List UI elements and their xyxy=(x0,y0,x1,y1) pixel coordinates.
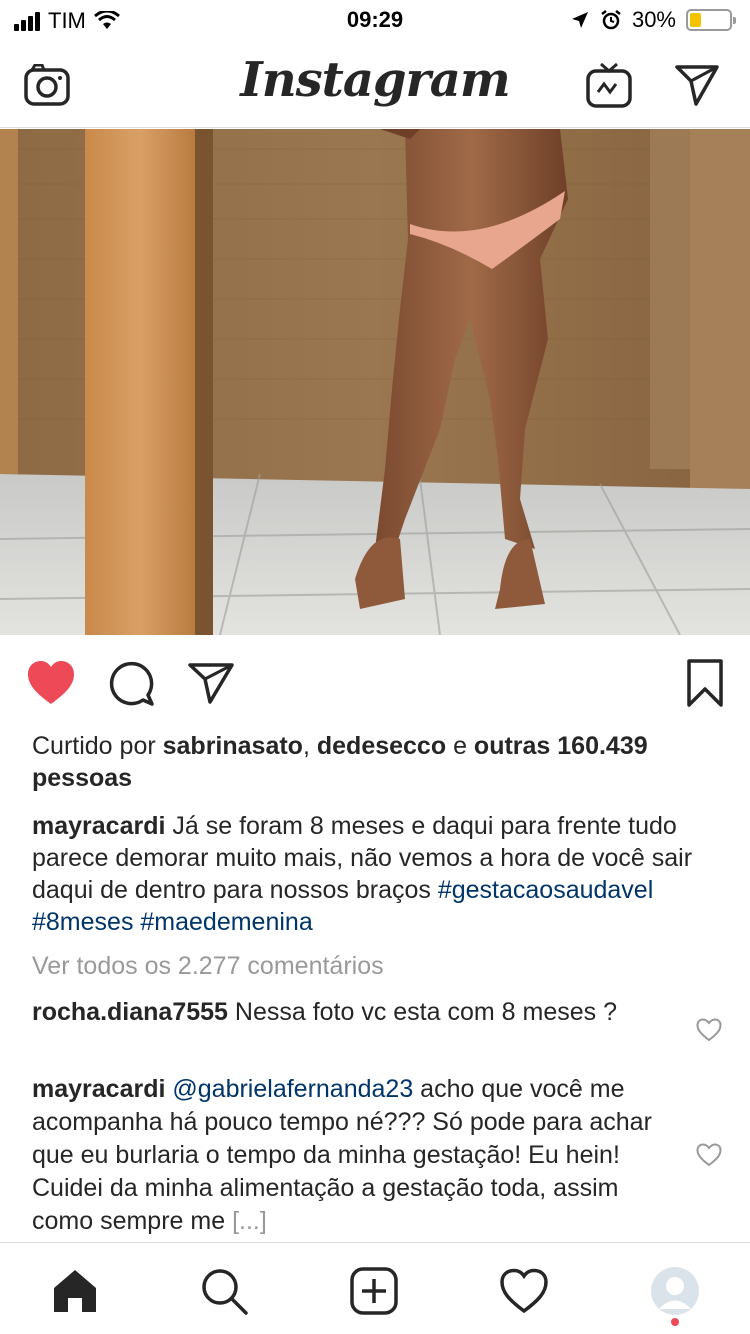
comment-like-button[interactable] xyxy=(694,1140,724,1170)
tab-home[interactable] xyxy=(45,1261,105,1321)
home-icon xyxy=(54,1270,96,1312)
share-button[interactable] xyxy=(184,656,238,710)
tab-profile[interactable] xyxy=(645,1261,705,1321)
status-right: 30% xyxy=(570,7,736,33)
post-photo[interactable] xyxy=(0,129,750,635)
comment-button[interactable] xyxy=(104,656,158,710)
igtv-button[interactable] xyxy=(584,60,634,110)
comment-username[interactable]: mayracardi xyxy=(32,1075,165,1103)
battery-icon xyxy=(686,9,736,31)
direct-send-icon xyxy=(675,65,719,106)
bookmark-icon xyxy=(687,659,723,707)
search-icon xyxy=(202,1269,248,1315)
comment-item: mayracardi @gabrielafernanda23 acho que … xyxy=(32,1073,682,1238)
profile-avatar xyxy=(651,1267,699,1315)
igtv-icon xyxy=(586,62,632,108)
view-all-comments-link[interactable]: Ver todos os 2.277 comentários xyxy=(32,950,722,982)
liker-user-link[interactable]: dedesecco xyxy=(317,732,446,760)
direct-button[interactable] xyxy=(672,60,722,110)
likes-summary: Curtido por sabrinasato, dedesecco e out… xyxy=(32,730,722,794)
heart-outline-icon xyxy=(696,1018,722,1042)
bottom-tab-bar xyxy=(0,1242,750,1334)
top-navigation: Instagram xyxy=(0,40,750,128)
caption-username[interactable]: mayracardi xyxy=(32,812,165,840)
direct-share-icon xyxy=(188,663,234,704)
comment-item: rocha.diana7555 Nessa foto vc esta com 8… xyxy=(32,996,682,1029)
heart-outline-icon xyxy=(696,1143,722,1167)
heart-filled-icon xyxy=(28,661,74,704)
tab-search[interactable] xyxy=(194,1261,254,1321)
comment-icon xyxy=(109,661,154,706)
status-bar: TIM 09:29 30% xyxy=(0,0,750,40)
tab-new-post[interactable] xyxy=(344,1261,404,1321)
comment-text: Nessa foto vc esta com 8 meses ? xyxy=(227,998,617,1026)
post-caption: mayracardi Já se foram 8 meses e daqui p… xyxy=(32,810,722,938)
add-post-icon xyxy=(350,1267,398,1315)
like-button[interactable] xyxy=(24,656,78,710)
save-button[interactable] xyxy=(678,656,732,710)
liker-user-link[interactable]: sabrinasato xyxy=(163,732,303,760)
instagram-logo: Instagram xyxy=(240,52,510,108)
comment-more-link[interactable]: [...] xyxy=(232,1207,267,1235)
location-arrow-icon xyxy=(571,12,588,28)
notification-dot xyxy=(671,1318,679,1326)
likes-separator: , xyxy=(302,732,317,760)
post-image xyxy=(0,129,750,635)
battery-percent: 30% xyxy=(631,7,676,32)
post-actions xyxy=(0,650,750,714)
likes-prefix: Curtido por xyxy=(32,732,163,760)
comment-mention[interactable]: @gabrielafernanda23 xyxy=(172,1075,413,1103)
comment-like-button[interactable] xyxy=(694,1015,724,1045)
comment-username[interactable]: rocha.diana7555 xyxy=(32,998,228,1026)
likes-conjunction: e xyxy=(446,732,474,760)
tab-activity[interactable] xyxy=(494,1261,554,1321)
activity-heart-icon xyxy=(500,1268,548,1314)
alarm-icon xyxy=(601,10,621,30)
